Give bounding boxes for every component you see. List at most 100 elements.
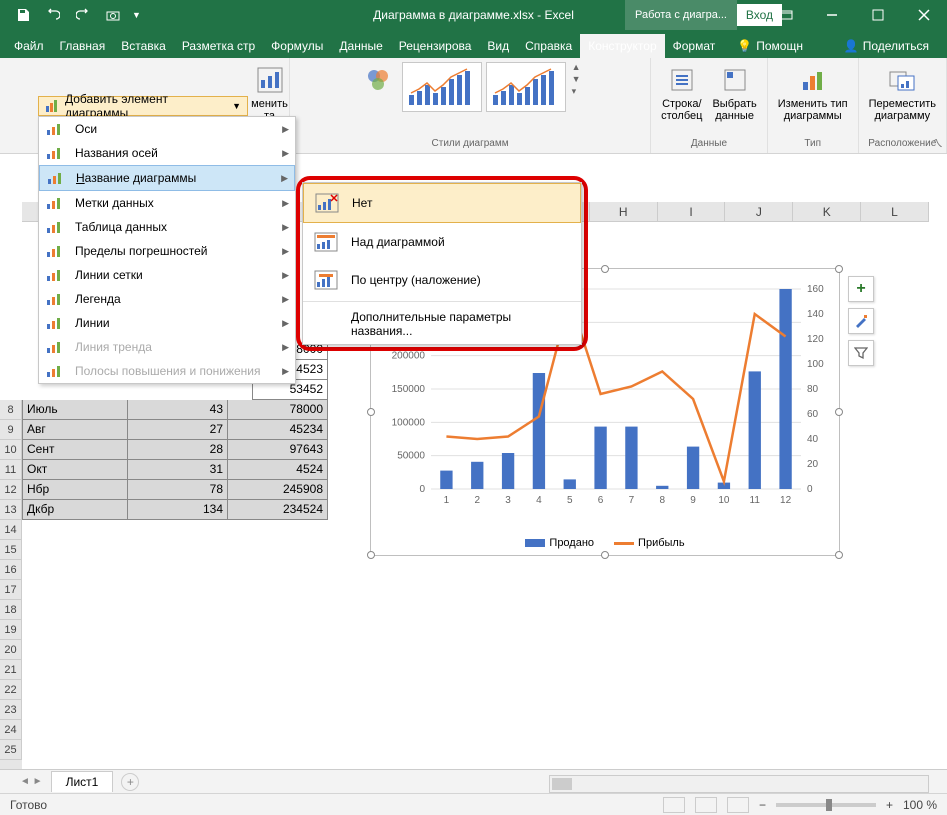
- row-header-16[interactable]: 16: [0, 560, 22, 580]
- cell-c13[interactable]: 234524: [228, 500, 328, 520]
- add-chart-element-button[interactable]: Добавить элемент диаграммы ▼: [38, 96, 248, 116]
- chart-title-above[interactable]: Над диаграммой: [303, 223, 581, 261]
- qat-dropdown-icon[interactable]: ▼: [132, 10, 141, 20]
- row-header-13[interactable]: 13: [0, 500, 22, 520]
- save-icon[interactable]: [12, 4, 34, 26]
- row-header-25[interactable]: 25: [0, 740, 22, 760]
- row-header-9[interactable]: 9: [0, 420, 22, 440]
- chart-title-more-options[interactable]: Дополнительные параметры названия...: [303, 304, 581, 344]
- tell-me[interactable]: 💡Помощн: [729, 34, 811, 58]
- chart-title-centered-overlay[interactable]: По центру (наложение): [303, 261, 581, 299]
- gallery-more-icon[interactable]: ▾: [572, 86, 581, 97]
- gallery-down-icon[interactable]: ▼: [572, 74, 581, 84]
- change-layout-button[interactable]: менить та: [249, 62, 290, 124]
- tab-data[interactable]: Данные: [331, 34, 390, 58]
- col-header-K[interactable]: K: [793, 202, 861, 221]
- tab-view[interactable]: Вид: [479, 34, 517, 58]
- row-header-10[interactable]: 10: [0, 440, 22, 460]
- minimize-icon[interactable]: [809, 0, 855, 30]
- cell-a12[interactable]: Нбр: [22, 480, 128, 500]
- cell-b8[interactable]: 43: [128, 400, 228, 420]
- redo-icon[interactable]: [72, 4, 94, 26]
- select-data-button[interactable]: Выбрать данные: [710, 62, 758, 124]
- tab-home[interactable]: Главная: [52, 34, 114, 58]
- camera-icon[interactable]: [102, 4, 124, 26]
- tab-formulas[interactable]: Формулы: [263, 34, 331, 58]
- menu-item-1[interactable]: Названия осей▶: [39, 141, 295, 165]
- tab-file[interactable]: Файл: [6, 34, 52, 58]
- share-button[interactable]: 👤Поделиться: [836, 34, 937, 58]
- view-normal-button[interactable]: [663, 797, 685, 813]
- row-header-20[interactable]: 20: [0, 640, 22, 660]
- col-header-L[interactable]: L: [861, 202, 929, 221]
- menu-item-5[interactable]: Пределы погрешностей▶: [39, 239, 295, 263]
- row-header-22[interactable]: 22: [0, 680, 22, 700]
- col-header-I[interactable]: I: [658, 202, 726, 221]
- row-header-23[interactable]: 23: [0, 700, 22, 720]
- add-sheet-button[interactable]: +: [121, 773, 139, 791]
- switch-row-col-button[interactable]: Строка/ столбец: [659, 62, 704, 124]
- cell-c12[interactable]: 245908: [228, 480, 328, 500]
- row-header-21[interactable]: 21: [0, 660, 22, 680]
- maximize-icon[interactable]: [855, 0, 901, 30]
- close-icon[interactable]: [901, 0, 947, 30]
- tab-layout[interactable]: Разметка стр: [174, 34, 263, 58]
- tab-format[interactable]: Формат: [665, 34, 724, 58]
- menu-item-4[interactable]: Таблица данных▶: [39, 215, 295, 239]
- view-page-layout-button[interactable]: [695, 797, 717, 813]
- collapse-ribbon-icon[interactable]: ㄟ: [932, 135, 943, 151]
- tab-design[interactable]: Конструктор: [580, 34, 664, 58]
- zoom-in-button[interactable]: +: [886, 798, 893, 812]
- cell-b12[interactable]: 78: [128, 480, 228, 500]
- change-chart-type-button[interactable]: Изменить тип диаграммы: [776, 62, 850, 124]
- cell-a13[interactable]: Дкбр: [22, 500, 128, 520]
- view-page-break-button[interactable]: [727, 797, 749, 813]
- sheet-nav[interactable]: ◄ ►: [20, 776, 43, 787]
- chart-style-2[interactable]: [486, 62, 566, 112]
- chart-style-1[interactable]: [402, 62, 482, 112]
- menu-item-3[interactable]: Метки данных▶: [39, 191, 295, 215]
- gallery-up-icon[interactable]: ▲: [572, 62, 581, 72]
- cell-a9[interactable]: Авг: [22, 420, 128, 440]
- chart-styles-gallery[interactable]: [402, 62, 566, 112]
- tab-insert[interactable]: Вставка: [113, 34, 174, 58]
- row-header-24[interactable]: 24: [0, 720, 22, 740]
- row-header-8[interactable]: 8: [0, 400, 22, 420]
- chart-title-none[interactable]: Нет: [303, 183, 581, 223]
- move-chart-button[interactable]: Переместить диаграмму: [867, 62, 938, 124]
- horizontal-scrollbar[interactable]: [549, 775, 929, 793]
- row-header-12[interactable]: 12: [0, 480, 22, 500]
- undo-icon[interactable]: [42, 4, 64, 26]
- chart-elements-button[interactable]: +: [848, 276, 874, 302]
- row-header-18[interactable]: 18: [0, 600, 22, 620]
- row-header-15[interactable]: 15: [0, 540, 22, 560]
- row-header-17[interactable]: 17: [0, 580, 22, 600]
- tab-help[interactable]: Справка: [517, 34, 580, 58]
- menu-item-0[interactable]: Оси▶: [39, 117, 295, 141]
- cell-a8[interactable]: Июль: [22, 400, 128, 420]
- cell-a10[interactable]: Сент: [22, 440, 128, 460]
- cell-b11[interactable]: 31: [128, 460, 228, 480]
- menu-item-7[interactable]: Легенда▶: [39, 287, 295, 311]
- chart-styles-button[interactable]: [848, 308, 874, 334]
- ribbon-options-icon[interactable]: [763, 0, 809, 30]
- cell-b13[interactable]: 134: [128, 500, 228, 520]
- row-header-11[interactable]: 11: [0, 460, 22, 480]
- row-header-19[interactable]: 19: [0, 620, 22, 640]
- zoom-slider[interactable]: [776, 803, 876, 807]
- cell-c9[interactable]: 45234: [228, 420, 328, 440]
- menu-item-8[interactable]: Линии▶: [39, 311, 295, 335]
- zoom-out-button[interactable]: −: [759, 798, 766, 812]
- sheet-tab-1[interactable]: Лист1: [51, 771, 114, 792]
- cell-c8[interactable]: 78000: [228, 400, 328, 420]
- menu-item-6[interactable]: Линии сетки▶: [39, 263, 295, 287]
- menu-item-2[interactable]: Название диаграммы▶: [39, 165, 295, 191]
- col-header-H[interactable]: H: [590, 202, 658, 221]
- cell-b10[interactable]: 28: [128, 440, 228, 460]
- col-header-J[interactable]: J: [725, 202, 793, 221]
- change-colors-button[interactable]: [360, 62, 396, 98]
- cell-a11[interactable]: Окт: [22, 460, 128, 480]
- chart-filters-button[interactable]: [848, 340, 874, 366]
- cell-c10[interactable]: 97643: [228, 440, 328, 460]
- cell-b9[interactable]: 27: [128, 420, 228, 440]
